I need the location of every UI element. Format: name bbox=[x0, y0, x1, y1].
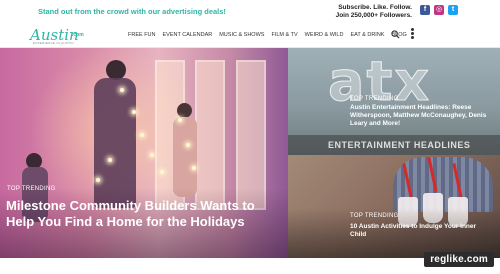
string-light bbox=[96, 178, 100, 182]
logo-suffix: .com bbox=[72, 32, 84, 38]
entertainment-sign: ENTERTAINMENT HEADLINES bbox=[328, 140, 471, 150]
string-light bbox=[140, 133, 144, 137]
string-light bbox=[186, 143, 190, 147]
string-light bbox=[192, 166, 196, 170]
string-light bbox=[120, 88, 124, 92]
logo-tagline: EXPERIENCE IN AUSTIN bbox=[33, 41, 74, 45]
facebook-icon[interactable]: f bbox=[420, 5, 430, 15]
nav-menu: FREE FUN EVENT CALENDAR MUSIC & SHOWS FI… bbox=[128, 32, 407, 38]
nav-item-event-calendar[interactable]: EVENT CALENDAR bbox=[163, 32, 213, 38]
card-tag: TOP TRENDING bbox=[350, 213, 399, 219]
card-title[interactable]: Austin Entertainment Headlines: Reese Wi… bbox=[350, 104, 495, 128]
string-light bbox=[160, 170, 164, 174]
hero-title[interactable]: Milestone Community Builders Wants to He… bbox=[6, 198, 286, 229]
twitter-icon[interactable]: t bbox=[448, 5, 458, 15]
watermark: reglike.com bbox=[424, 252, 494, 267]
instagram-icon[interactable]: ◎ bbox=[434, 5, 444, 15]
string-light bbox=[178, 118, 182, 122]
promo-bar: Stand out from the crowd with our advert… bbox=[0, 0, 500, 24]
string-light bbox=[132, 110, 136, 114]
nav-item-eat-drink[interactable]: EAT & DRINK bbox=[350, 32, 384, 38]
subscribe-callout: Subscribe. Like. Follow. Join 250,000+ F… bbox=[336, 4, 412, 20]
card-title[interactable]: 10 Austin Activities to Indulge Your Inn… bbox=[350, 223, 490, 239]
subscribe-line-1: Subscribe. Like. Follow. bbox=[338, 4, 412, 11]
hero-tag: TOP TRENDING bbox=[7, 186, 56, 192]
nav-item-free-fun[interactable]: FREE FUN bbox=[128, 32, 156, 38]
kebab-menu-icon[interactable] bbox=[410, 28, 414, 41]
nav-item-music-shows[interactable]: MUSIC & SHOWS bbox=[219, 32, 264, 38]
article-card-entertainment[interactable]: atx ENTERTAINMENT HEADLINES TOP TRENDING… bbox=[288, 48, 500, 155]
nav-item-film-tv[interactable]: FILM & TV bbox=[271, 32, 297, 38]
subscribe-line-2: Join 250,000+ Followers. bbox=[335, 12, 412, 19]
promo-text[interactable]: Stand out from the crowd with our advert… bbox=[38, 7, 226, 16]
card-tag: TOP TRENDING bbox=[350, 96, 399, 102]
string-light bbox=[108, 158, 112, 162]
nav-item-weird-wild[interactable]: WEIRD & WILD bbox=[305, 32, 344, 38]
main-nav: Austin .com EXPERIENCE IN AUSTIN FREE FU… bbox=[0, 24, 500, 48]
hero-feature[interactable]: TOP TRENDING Milestone Community Builder… bbox=[0, 48, 288, 258]
string-light bbox=[150, 153, 154, 157]
search-icon[interactable] bbox=[391, 30, 400, 39]
article-card-activities[interactable]: TOP TRENDING 10 Austin Activities to Ind… bbox=[288, 155, 500, 258]
